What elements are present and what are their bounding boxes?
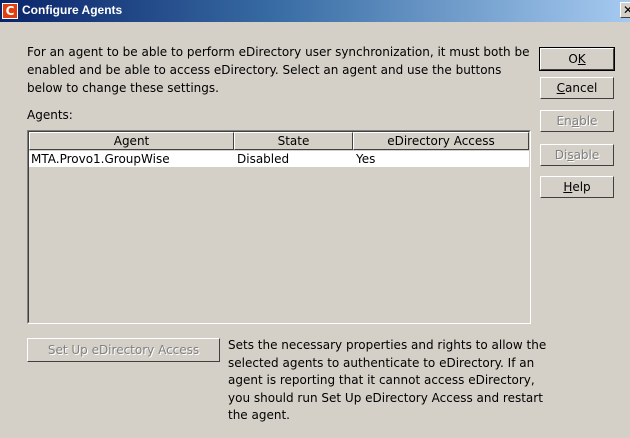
close-button[interactable]: ✕ (620, 2, 630, 18)
cell-agent: MTA.Provo1.GroupWise (31, 152, 170, 166)
cancel-button[interactable]: Cancel (540, 77, 614, 99)
column-header-edirectory-access[interactable]: eDirectory Access (353, 132, 529, 150)
setup-description: Sets the necessary properties and rights… (228, 338, 547, 422)
list-header: Agent State eDirectory Access (29, 132, 529, 150)
table-row[interactable]: MTA.Provo1.GroupWise Disabled Yes (29, 151, 529, 167)
ok-button[interactable]: OK (539, 47, 615, 71)
cell-edirectory-access: Yes (356, 152, 376, 166)
column-header-agent[interactable]: Agent (29, 132, 234, 150)
close-icon: ✕ (623, 3, 630, 17)
app-icon: C (2, 3, 18, 19)
disable-button[interactable]: Disable (540, 144, 614, 166)
cell-state: Disabled (237, 152, 290, 166)
description-text: For an agent to be able to perform eDire… (27, 45, 530, 95)
enable-button[interactable]: Enable (540, 110, 614, 132)
window-title: Configure Agents (22, 3, 123, 17)
agents-list[interactable]: Agent State eDirectory Access MTA.Provo1… (27, 130, 531, 324)
setup-edirectory-access-button[interactable]: Set Up eDirectory Access (27, 338, 220, 362)
help-button[interactable]: Help (540, 176, 614, 198)
agents-label: Agents: (27, 108, 73, 122)
title-bar: C Configure Agents ✕ (0, 0, 630, 22)
column-header-state[interactable]: State (234, 132, 353, 150)
